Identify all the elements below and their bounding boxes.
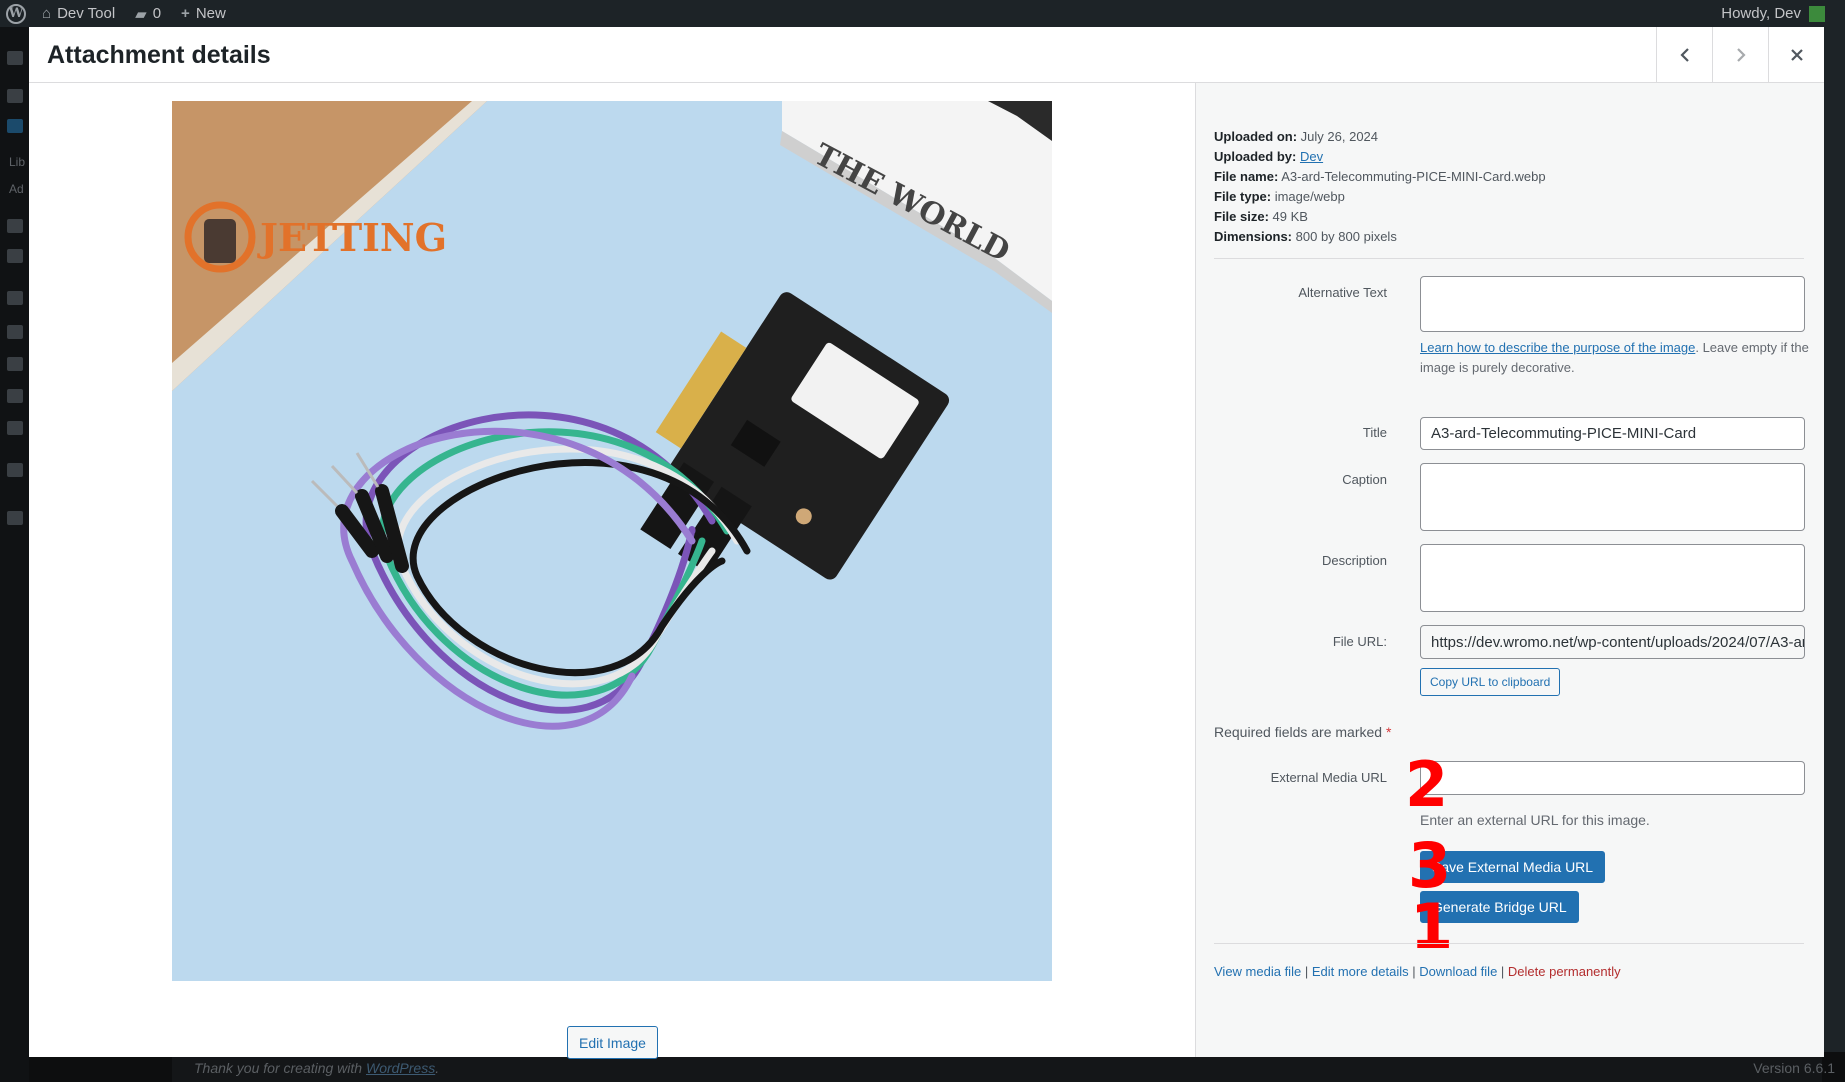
uploaded-by-link[interactable]: Dev bbox=[1300, 149, 1323, 164]
comment-icon: ▰ bbox=[135, 5, 147, 23]
attachment-info-sidebar: Uploaded on: July 26, 2024 Uploaded by: … bbox=[1195, 83, 1824, 1057]
annotation-number-2: 2 bbox=[1405, 748, 1449, 821]
chevron-left-icon bbox=[1679, 48, 1689, 62]
description-textarea[interactable] bbox=[1420, 544, 1805, 612]
action-separator: | bbox=[1301, 964, 1312, 979]
wordpress-link[interactable]: WordPress bbox=[366, 1060, 435, 1076]
description-label: Description bbox=[1321, 553, 1387, 568]
footer-thanks: Thank you for creating with WordPress. bbox=[194, 1060, 439, 1076]
home-icon: ⌂ bbox=[42, 5, 52, 22]
uploaded-on-label: Uploaded on: bbox=[1214, 129, 1298, 144]
uploaded-by-label: Uploaded by: bbox=[1214, 149, 1297, 164]
uploaded-on-row: Uploaded on: July 26, 2024 bbox=[1214, 127, 1546, 147]
alt-text-help: Learn how to describe the purpose of the… bbox=[1420, 338, 1810, 378]
file-name-row: File name: A3-ard-Telecommuting-PICE-MIN… bbox=[1214, 167, 1546, 187]
site-name-link[interactable]: ⌂ Dev Tool bbox=[32, 0, 125, 27]
media-icon[interactable] bbox=[7, 119, 23, 133]
dimensions-row: Dimensions: 800 by 800 pixels bbox=[1214, 227, 1546, 247]
info-icon[interactable] bbox=[7, 463, 23, 477]
close-button[interactable] bbox=[1768, 27, 1824, 83]
action-separator: | bbox=[1497, 964, 1508, 979]
alt-text-label: Alternative Text bbox=[1298, 285, 1387, 300]
collapse-menu-icon[interactable] bbox=[7, 511, 23, 525]
wordpress-logo-icon[interactable]: W bbox=[0, 0, 32, 27]
file-size-value: 49 KB bbox=[1272, 209, 1308, 224]
attachment-image: THE WORLD JETTING bbox=[172, 101, 1052, 981]
footer-thanks-prefix: Thank you for creating with bbox=[194, 1060, 366, 1076]
site-name-label: Dev Tool bbox=[57, 5, 116, 22]
view-media-file-link[interactable]: View media file bbox=[1214, 964, 1301, 979]
users-icon[interactable] bbox=[7, 357, 23, 371]
file-type-value: image/webp bbox=[1274, 189, 1345, 204]
required-note-text: Required fields are marked bbox=[1214, 724, 1383, 740]
dimensions-value: 800 by 800 pixels bbox=[1295, 229, 1397, 244]
appearance-icon[interactable] bbox=[7, 291, 23, 305]
delete-permanently-link[interactable]: Delete permanently bbox=[1508, 964, 1621, 979]
new-content-link[interactable]: + New bbox=[171, 0, 236, 27]
comments-menu-icon[interactable] bbox=[7, 249, 23, 263]
title-input[interactable]: A3-ard-Telecommuting-PICE-MINI-Card bbox=[1420, 417, 1805, 450]
action-separator: | bbox=[1408, 964, 1420, 979]
alt-text-help-link[interactable]: Learn how to describe the purpose of the… bbox=[1420, 340, 1695, 355]
modal-header: Attachment details bbox=[29, 27, 1824, 83]
file-name-label: File name: bbox=[1214, 169, 1279, 184]
annotation-number-1: 1 bbox=[1410, 890, 1454, 963]
external-media-url-help: Enter an external URL for this image. bbox=[1420, 812, 1650, 828]
file-size-label: File size: bbox=[1214, 209, 1269, 224]
comments-count: 0 bbox=[152, 5, 162, 22]
new-label: New bbox=[195, 5, 226, 22]
file-type-label: File type: bbox=[1214, 189, 1272, 204]
title-label: Title bbox=[1362, 425, 1387, 440]
copy-url-button[interactable]: Copy URL to clipboard bbox=[1420, 668, 1561, 696]
brand-logo-text: JETTING bbox=[257, 215, 447, 260]
close-icon bbox=[1790, 49, 1803, 61]
file-details: Uploaded on: July 26, 2024 Uploaded by: … bbox=[1214, 127, 1546, 247]
external-media-url-label: External Media URL bbox=[1270, 770, 1387, 785]
edit-more-details-link[interactable]: Edit more details bbox=[1312, 964, 1409, 979]
posts-icon[interactable] bbox=[7, 89, 23, 103]
footer-thanks-suffix: . bbox=[435, 1060, 440, 1076]
menu-library-label[interactable]: Lib bbox=[9, 155, 25, 169]
attachment-actions: View media file | Edit more details | Do… bbox=[1214, 964, 1621, 979]
file-type-row: File type: image/webp bbox=[1214, 187, 1546, 207]
menu-add-label[interactable]: Ad bbox=[9, 182, 24, 196]
next-button[interactable] bbox=[1712, 27, 1768, 83]
howdy-text: Howdy, Dev bbox=[1721, 5, 1801, 22]
file-name-value: A3-ard-Telecommuting-PICE-MINI-Card.webp bbox=[1281, 169, 1546, 184]
previous-button[interactable] bbox=[1656, 27, 1712, 83]
caption-label: Caption bbox=[1342, 472, 1387, 487]
chevron-right-icon bbox=[1736, 48, 1746, 62]
uploaded-by-row: Uploaded by: Dev bbox=[1214, 147, 1546, 167]
attachment-details-modal: Attachment details THE WORLD JETTING Edi… bbox=[29, 27, 1824, 1059]
download-file-link[interactable]: Download file bbox=[1419, 964, 1497, 979]
file-url-label: File URL: bbox=[1332, 634, 1387, 649]
alt-text-textarea[interactable] bbox=[1420, 276, 1805, 332]
divider-actions bbox=[1214, 943, 1804, 944]
plugins-icon[interactable] bbox=[7, 325, 23, 339]
caption-textarea[interactable] bbox=[1420, 463, 1805, 531]
external-media-url-input[interactable] bbox=[1420, 761, 1805, 795]
footer-version: Version 6.6.1 bbox=[1753, 1060, 1835, 1076]
tools-icon[interactable] bbox=[7, 389, 23, 403]
admin-bar: W ⌂ Dev Tool ▰ 0 + New Howdy, Dev bbox=[0, 0, 1845, 27]
admin-menu: Lib Ad bbox=[0, 27, 29, 1082]
settings-icon[interactable] bbox=[7, 421, 23, 435]
my-account-link[interactable]: Howdy, Dev bbox=[1721, 0, 1825, 27]
required-star: * bbox=[1385, 724, 1392, 740]
plus-icon: + bbox=[181, 5, 190, 22]
file-size-row: File size: 49 KB bbox=[1214, 207, 1546, 227]
required-fields-note: Required fields are marked * bbox=[1214, 724, 1391, 740]
divider bbox=[1214, 258, 1804, 259]
avatar bbox=[1809, 5, 1825, 22]
uploaded-on-value: July 26, 2024 bbox=[1300, 129, 1379, 144]
file-url-input[interactable]: https://dev.wromo.net/wp-content/uploads… bbox=[1420, 625, 1805, 659]
dashboard-icon[interactable] bbox=[7, 51, 23, 65]
modal-title: Attachment details bbox=[47, 41, 271, 69]
pages-icon[interactable] bbox=[7, 219, 23, 233]
annotation-number-3: 3 bbox=[1408, 829, 1452, 902]
edit-image-button[interactable]: Edit Image bbox=[567, 1026, 658, 1059]
dimensions-label: Dimensions: bbox=[1214, 229, 1293, 244]
comments-link[interactable]: ▰ 0 bbox=[125, 0, 171, 27]
media-preview-area: THE WORLD JETTING Edit Image bbox=[29, 83, 1195, 1059]
